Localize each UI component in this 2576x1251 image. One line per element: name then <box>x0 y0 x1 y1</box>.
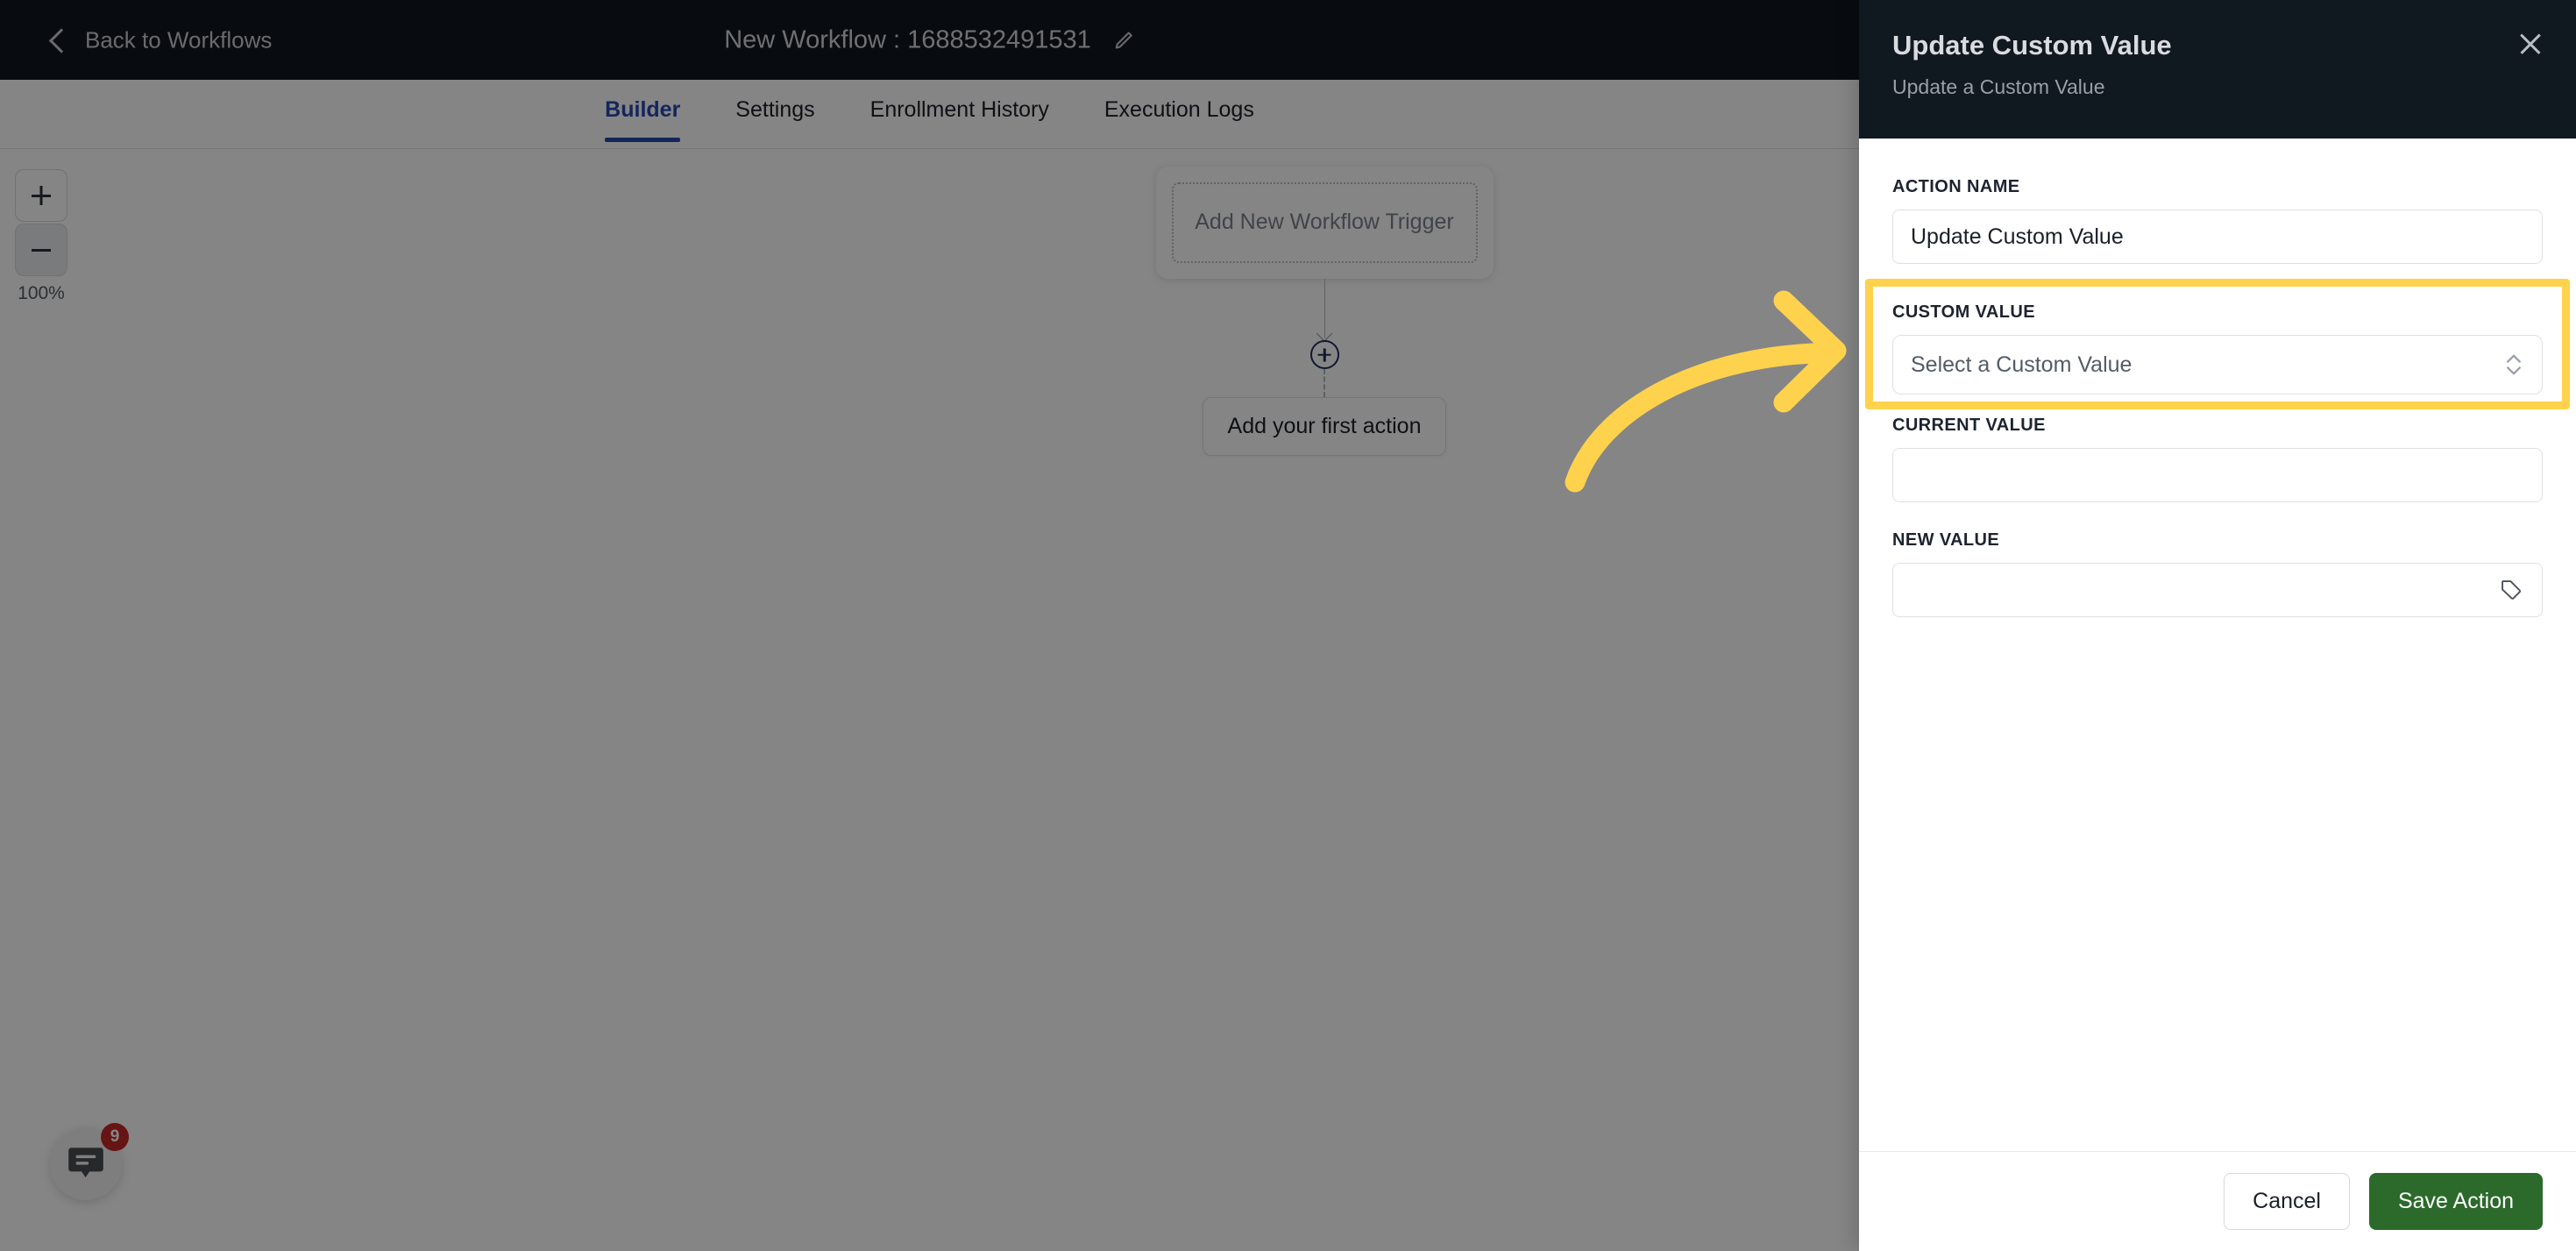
chat-unread-badge: 9 <box>101 1123 129 1151</box>
back-to-workflows-label: Back to Workflows <box>85 26 273 53</box>
tab-settings[interactable]: Settings <box>735 97 814 142</box>
back-to-workflows-button[interactable]: Back to Workflows <box>48 26 273 53</box>
tag-icon[interactable] <box>2499 578 2523 602</box>
chat-bubble-glyph <box>68 1148 103 1177</box>
close-icon[interactable] <box>2515 28 2546 60</box>
minus-icon <box>32 248 51 252</box>
current-value-label: CURRENT VALUE <box>1892 416 2046 435</box>
panel-title: Update Custom Value <box>1892 30 2172 60</box>
connector-solid <box>1323 279 1325 338</box>
zoom-in-button[interactable] <box>15 169 67 222</box>
chat-widget[interactable]: 9 <box>50 1123 129 1200</box>
workflow-trigger-card[interactable]: Add New Workflow Trigger <box>1155 167 1494 279</box>
tab-bar: Builder Settings Enrollment History Exec… <box>0 80 1859 149</box>
custom-value-select-highlighted[interactable]: Select a Custom Value <box>1892 335 2543 394</box>
field-current-value: CURRENT VALUE <box>1892 416 2543 502</box>
zoom-controls: 100% <box>15 169 67 304</box>
field-new-value: NEW VALUE <box>1892 530 2543 617</box>
app-root: Back to Workflows New Workflow : 1688532… <box>0 0 2576 1251</box>
panel-body: ACTION NAME CUSTOM VALUE Select a Custom… <box>1859 139 2576 1151</box>
save-action-button[interactable]: Save Action <box>2368 1173 2543 1230</box>
panel-header: Update Custom Value Update a Custom Valu… <box>1859 0 2576 139</box>
zoom-level-label: 100% <box>18 283 65 303</box>
new-value-label: NEW VALUE <box>1892 530 2000 550</box>
action-name-input[interactable] <box>1892 210 2543 264</box>
workflow-builder-page: Back to Workflows New Workflow : 1688532… <box>0 0 1859 1251</box>
top-bar: Back to Workflows New Workflow : 1688532… <box>0 0 1859 80</box>
chevron-left-icon <box>48 27 75 53</box>
add-first-action-button[interactable]: Add your first action <box>1202 397 1447 456</box>
pencil-icon[interactable] <box>1114 30 1135 51</box>
workflow-canvas[interactable]: 100% Add New Workflow Trigger Add your f… <box>0 149 1859 1251</box>
cancel-button[interactable]: Cancel <box>2224 1173 2350 1230</box>
plus-circle-icon[interactable] <box>1309 340 1339 369</box>
zoom-out-button[interactable] <box>15 224 67 276</box>
update-custom-value-panel: Update Custom Value Update a Custom Valu… <box>1859 0 2576 1251</box>
add-trigger-placeholder[interactable]: Add New Workflow Trigger <box>1171 182 1478 263</box>
connector-dashed <box>1323 369 1325 397</box>
panel-subtitle: Update a Custom Value <box>1892 75 2105 98</box>
chevron-up-down-icon <box>2507 354 2521 375</box>
current-value-input[interactable] <box>1892 448 2543 502</box>
workflow-title-group: New Workflow : 1688532491531 <box>724 25 1135 54</box>
panel-footer: Cancel Save Action <box>1859 1151 2576 1251</box>
workflow-flow: Add New Workflow Trigger Add your first … <box>1153 167 1495 456</box>
tab-execution-logs[interactable]: Execution Logs <box>1104 97 1254 142</box>
tab-builder[interactable]: Builder <box>605 97 681 142</box>
workflow-title: New Workflow : 1688532491531 <box>724 25 1091 53</box>
action-name-label: ACTION NAME <box>1892 177 2020 196</box>
field-action-name: ACTION NAME <box>1892 177 2543 264</box>
new-value-input[interactable] <box>1892 563 2543 617</box>
tab-enrollment-history[interactable]: Enrollment History <box>870 97 1049 142</box>
